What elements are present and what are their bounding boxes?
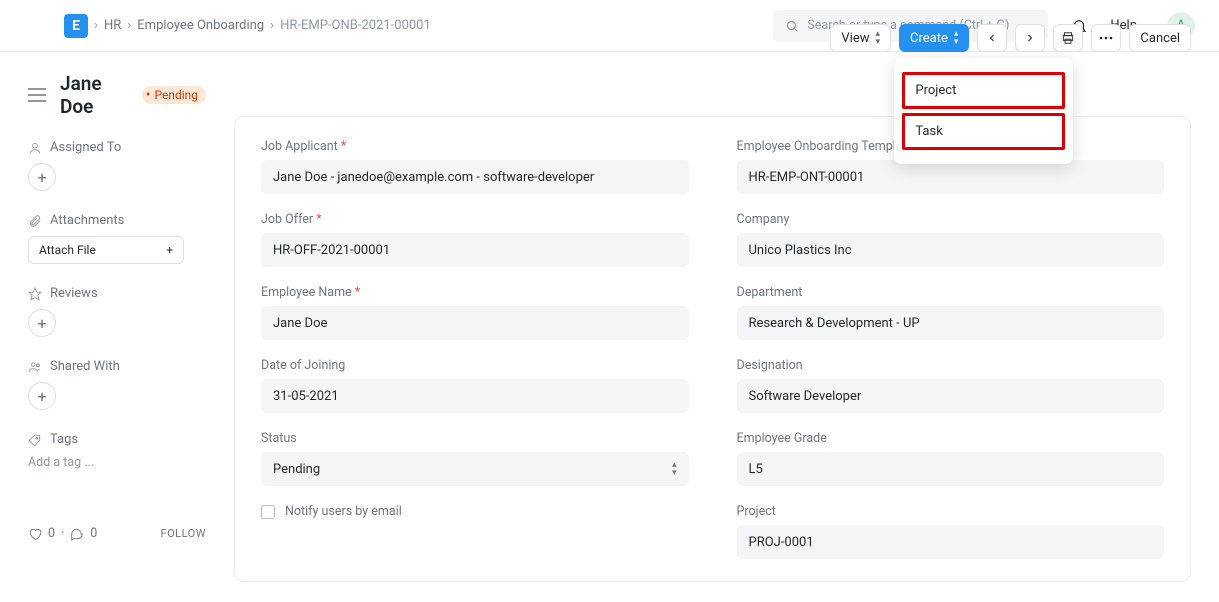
form-card: Job Applicant * Jane Doe - janedoe@examp…	[234, 116, 1191, 582]
printer-icon	[1061, 31, 1075, 45]
date-of-joining-field[interactable]: 31-05-2021	[261, 379, 689, 413]
next-button[interactable]	[1015, 24, 1045, 52]
department-label: Department	[737, 285, 1165, 300]
add-assignee-button[interactable]: +	[28, 163, 56, 191]
page-title: Jane Doe	[60, 72, 128, 118]
more-button[interactable]	[1091, 24, 1121, 52]
chevron-left-icon	[986, 32, 998, 44]
attach-file-label: Attach File	[39, 243, 96, 257]
company-field[interactable]: Unico Plastics Inc	[737, 233, 1165, 267]
date-of-joining-label: Date of Joining	[261, 358, 689, 373]
shared-with-heading: Shared With	[28, 359, 206, 374]
add-review-button[interactable]: +	[28, 309, 56, 337]
onboarding-template-field[interactable]: HR-EMP-ONT-00001	[737, 160, 1165, 194]
chevron-right-icon	[1024, 32, 1036, 44]
search-icon	[785, 19, 799, 33]
job-offer-label: Job Offer *	[261, 212, 689, 227]
select-arrows-icon: ▴▾	[672, 461, 677, 477]
prev-button[interactable]	[977, 24, 1007, 52]
designation-label: Designation	[737, 358, 1165, 373]
add-share-button[interactable]: +	[28, 382, 56, 410]
paperclip-icon	[28, 214, 42, 228]
employee-name-label: Employee Name *	[261, 285, 689, 300]
create-menu[interactable]: Create ▴▾	[899, 24, 969, 52]
company-label: Company	[737, 212, 1165, 227]
assigned-to-heading: Assigned To	[28, 140, 206, 155]
user-icon	[28, 141, 42, 155]
plus-icon: +	[166, 243, 173, 257]
employee-grade-field[interactable]: L5	[737, 452, 1165, 486]
cancel-label: Cancel	[1140, 31, 1180, 46]
sort-icon: ▴▾	[876, 30, 881, 46]
create-label: Create	[910, 31, 948, 46]
notify-checkbox[interactable]: Notify users by email	[261, 504, 689, 519]
job-offer-field[interactable]: HR-OFF-2021-00001	[261, 233, 689, 267]
sort-icon: ▴▾	[954, 30, 959, 46]
shared-with-label: Shared With	[50, 359, 120, 374]
reviews-heading: Reviews	[28, 286, 206, 301]
employee-grade-label: Employee Grade	[737, 431, 1165, 446]
sidebar-toggle-icon[interactable]	[28, 88, 46, 102]
job-applicant-field[interactable]: Jane Doe - janedoe@example.com - softwar…	[261, 160, 689, 194]
cancel-button[interactable]: Cancel	[1129, 24, 1191, 52]
tags-label: Tags	[50, 432, 78, 447]
employee-name-field[interactable]: Jane Doe	[261, 306, 689, 340]
view-label: View	[841, 31, 869, 46]
job-applicant-label: Job Applicant *	[261, 139, 689, 154]
status-select[interactable]: Pending ▴▾	[261, 452, 689, 486]
create-dropdown: Project Task	[894, 58, 1073, 164]
designation-field[interactable]: Software Developer	[737, 379, 1165, 413]
create-dropdown-task[interactable]: Task	[902, 113, 1065, 150]
view-menu[interactable]: View ▴▾	[830, 24, 891, 52]
status-label: Status	[261, 431, 689, 446]
like-count: 0	[48, 526, 55, 541]
star-icon	[28, 287, 42, 301]
print-button[interactable]	[1053, 24, 1083, 52]
chevron-right-icon: ›	[264, 18, 280, 33]
add-tag-input[interactable]: Add a tag ...	[28, 455, 206, 470]
attachments-label: Attachments	[50, 213, 124, 228]
checkbox-icon	[261, 505, 275, 519]
chevron-right-icon: ›	[121, 18, 137, 33]
breadcrumb-current: HR-EMP-ONB-2021-00001	[280, 18, 431, 33]
department-field[interactable]: Research & Development - UP	[737, 306, 1165, 340]
notify-label: Notify users by email	[285, 504, 402, 519]
project-label: Project	[737, 504, 1165, 519]
comment-count: 0	[90, 526, 97, 541]
users-icon	[28, 360, 42, 374]
breadcrumb-hr[interactable]: HR	[104, 18, 121, 33]
breadcrumb-onboarding[interactable]: Employee Onboarding	[137, 18, 264, 33]
dot-separator: ·	[61, 526, 64, 541]
tags-heading: Tags	[28, 432, 206, 447]
reviews-label: Reviews	[50, 286, 98, 301]
attach-file-button[interactable]: Attach File +	[28, 236, 184, 264]
project-field[interactable]: PROJ-0001	[737, 525, 1165, 559]
create-dropdown-project[interactable]: Project	[902, 72, 1065, 109]
dots-icon	[1099, 36, 1113, 40]
chevron-right-icon: ›	[88, 18, 104, 33]
status-badge: Pending	[142, 86, 206, 104]
assigned-to-label: Assigned To	[50, 140, 121, 155]
app-logo[interactable]: E	[64, 14, 88, 38]
tag-icon	[28, 433, 42, 447]
attachments-heading: Attachments	[28, 213, 206, 228]
status-value: Pending	[273, 462, 320, 477]
